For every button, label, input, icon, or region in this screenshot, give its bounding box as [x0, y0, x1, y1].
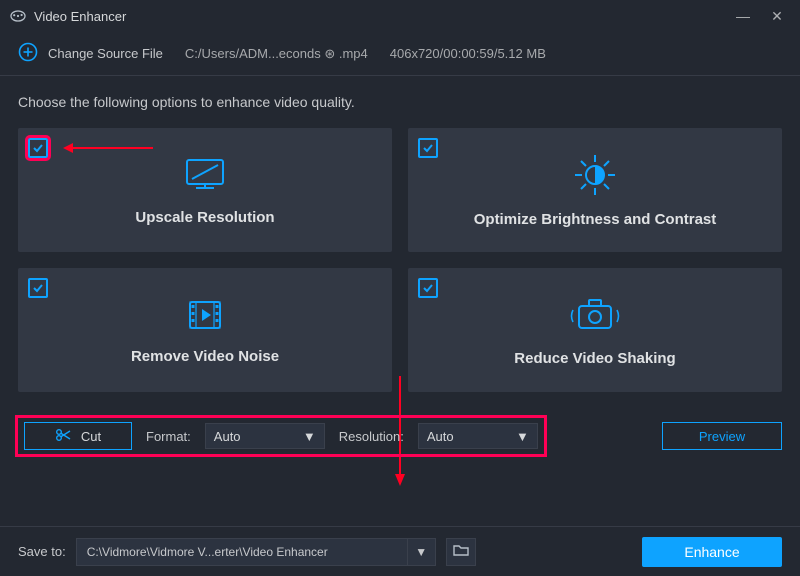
- source-meta: 406x720/00:00:59/5.12 MB: [390, 46, 546, 61]
- checkbox-noise[interactable]: [28, 278, 48, 298]
- controls-group: Cut Format: Auto ▼ Resolution: Auto ▼: [18, 418, 544, 454]
- minimize-button[interactable]: —: [730, 8, 756, 24]
- card-remove-noise[interactable]: Remove Video Noise: [18, 268, 392, 392]
- brightness-icon: [570, 153, 620, 197]
- format-label: Format:: [146, 429, 191, 444]
- format-select[interactable]: Auto ▼: [205, 423, 325, 449]
- checkbox-brightness[interactable]: [418, 138, 438, 158]
- instruction: Choose the following options to enhance …: [18, 94, 782, 110]
- card-reduce-shaking[interactable]: Reduce Video Shaking: [408, 268, 782, 392]
- window-title: Video Enhancer: [34, 9, 126, 24]
- chevron-down-icon: ▼: [516, 429, 529, 444]
- enhance-button[interactable]: Enhance: [642, 537, 782, 567]
- save-to-label: Save to:: [18, 544, 66, 559]
- camera-shake-icon: [567, 294, 623, 336]
- card-label: Reduce Video Shaking: [514, 350, 675, 367]
- resolution-select[interactable]: Auto ▼: [418, 423, 538, 449]
- card-upscale-resolution[interactable]: Upscale Resolution: [18, 128, 392, 252]
- save-path-text: C:\Vidmore\Vidmore V...erter\Video Enhan…: [77, 545, 407, 559]
- resolution-label: Resolution:: [339, 429, 404, 444]
- card-label: Optimize Brightness and Contrast: [474, 211, 717, 228]
- chevron-down-icon: ▼: [303, 429, 316, 444]
- resolution-value: Auto: [427, 429, 454, 444]
- checkbox-upscale[interactable]: [28, 138, 48, 158]
- monitor-icon: [180, 155, 230, 195]
- change-source-button[interactable]: Change Source File: [18, 42, 163, 65]
- source-path: C:/Users/ADM...econds ⊛ .mp4: [185, 46, 368, 62]
- cards-grid: Upscale Resolution Optimize Brightness a…: [18, 128, 782, 392]
- add-circle-icon: [18, 42, 38, 65]
- browse-folder-button[interactable]: [446, 538, 476, 566]
- checkbox-shaking[interactable]: [418, 278, 438, 298]
- save-path-field: C:\Vidmore\Vidmore V...erter\Video Enhan…: [76, 538, 436, 566]
- change-source-label: Change Source File: [48, 46, 163, 61]
- topbar: Change Source File C:/Users/ADM...econds…: [0, 32, 800, 76]
- card-label: Remove Video Noise: [131, 348, 279, 365]
- annotation-arrow-icon: [63, 142, 153, 154]
- preview-button[interactable]: Preview: [662, 422, 782, 450]
- controls-row: Cut Format: Auto ▼ Resolution: Auto ▼ Pr…: [18, 418, 782, 454]
- titlebar: Video Enhancer — ✕: [0, 0, 800, 32]
- save-path-dropdown[interactable]: ▼: [407, 539, 435, 565]
- folder-icon: [453, 543, 469, 560]
- app-icon: [10, 8, 26, 24]
- chevron-down-icon: ▼: [415, 545, 427, 559]
- card-brightness-contrast[interactable]: Optimize Brightness and Contrast: [408, 128, 782, 252]
- scissors-icon: [55, 428, 71, 445]
- format-value: Auto: [214, 429, 241, 444]
- film-icon: [180, 296, 230, 334]
- cut-button[interactable]: Cut: [24, 422, 132, 450]
- card-label: Upscale Resolution: [135, 209, 274, 226]
- content: Choose the following options to enhance …: [0, 76, 800, 472]
- footer: Save to: C:\Vidmore\Vidmore V...erter\Vi…: [0, 526, 800, 576]
- cut-label: Cut: [81, 429, 101, 444]
- close-button[interactable]: ✕: [764, 8, 790, 25]
